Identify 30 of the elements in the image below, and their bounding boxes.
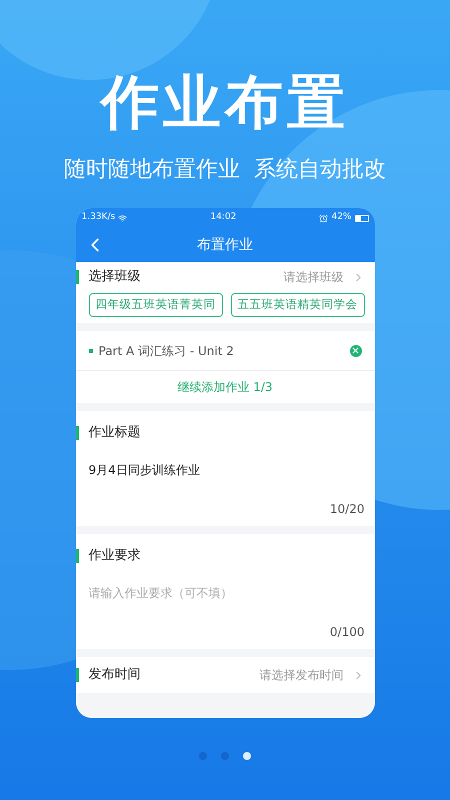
close-icon (351, 346, 360, 355)
class-tag[interactable]: 五五班英语精英同学会 (230, 293, 364, 317)
time-picker[interactable]: 请选择发布时间 (260, 666, 364, 684)
headline: 作业布置 (101, 70, 349, 134)
class-picker[interactable]: 请选择班级 (284, 268, 364, 286)
title-input[interactable]: 9月4日同步训练作业 (88, 460, 362, 478)
nav-title: 布置作业 (197, 236, 253, 254)
requirement-label: 作业要求 (88, 547, 140, 565)
title-label: 作业标题 (88, 424, 140, 442)
alarm-icon (319, 214, 328, 222)
clock: 14:02 (210, 211, 236, 224)
class-tag[interactable]: 四年级五班英语菁英同 (88, 293, 222, 317)
class-label: 选择班级 (88, 268, 140, 286)
battery-percent: 42% (331, 211, 352, 224)
accent-bar (76, 548, 78, 563)
add-assignment-button[interactable]: 继续添加作业 1/3 (76, 371, 374, 403)
char-counter: 10/20 (330, 501, 364, 518)
requirement-input[interactable]: 请输入作业要求（可不填） (88, 584, 362, 602)
char-counter: 0/100 (330, 624, 364, 641)
accent-bar (76, 270, 78, 284)
bullet-icon (88, 348, 92, 352)
accent-bar (76, 668, 78, 682)
remove-button[interactable] (350, 344, 362, 356)
publish-time-label: 发布时间 (88, 666, 140, 684)
battery-icon (354, 214, 368, 222)
network-speed: 1.33K/s (82, 211, 116, 224)
subtitle: 随时随地布置作业 系统自动批改 (64, 156, 386, 184)
accent-bar (76, 426, 78, 440)
wifi-icon (118, 214, 128, 222)
assignment-name: Part A 词汇练习 - Unit 2 (98, 342, 235, 360)
